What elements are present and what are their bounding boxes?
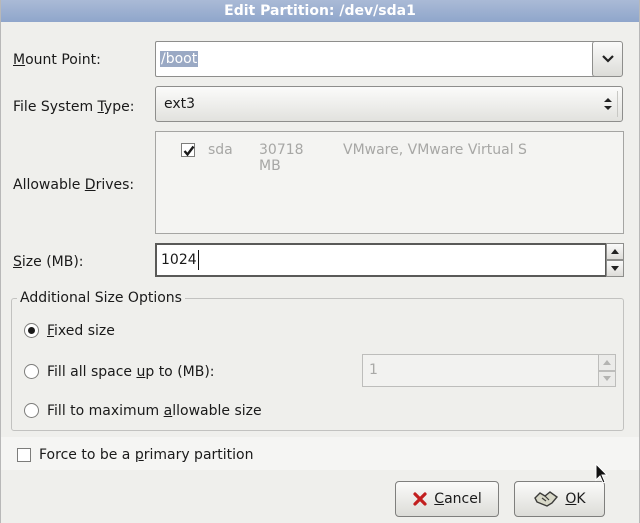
size-increment-button[interactable] — [606, 243, 624, 260]
drive-size: 30718 MB — [259, 142, 304, 174]
mount-point-dropdown-button[interactable] — [592, 41, 623, 77]
checkmark-icon — [183, 145, 195, 157]
ok-button-label: OK — [565, 491, 586, 507]
text-caret — [198, 250, 199, 270]
fill-upto-input[interactable]: 1 — [362, 354, 600, 387]
fill-upto-label[interactable]: Fill all space up to (MB): — [47, 364, 215, 380]
fill-upto-decrement-button[interactable] — [598, 370, 616, 387]
allowable-drives-list[interactable]: sda 30718 MB VMware, VMware Virtual S — [155, 131, 624, 234]
edit-partition-dialog: Edit Partition: /dev/sda1 Mount Point: /… — [0, 0, 640, 523]
fill-upto-value: 1 — [369, 362, 378, 378]
size-decrement-button[interactable] — [606, 260, 624, 277]
fixed-size-radio[interactable] — [24, 323, 39, 338]
fixed-size-label[interactable]: Fixed size — [47, 323, 115, 339]
fill-max-radio[interactable] — [24, 403, 39, 418]
mount-point-value: /boot — [160, 51, 199, 67]
size-input[interactable]: 1024 — [155, 243, 607, 277]
mouse-pointer-icon — [595, 463, 609, 484]
mount-point-input[interactable]: /boot — [155, 41, 596, 77]
drive-sda-checkbox[interactable] — [181, 143, 195, 157]
fill-max-label[interactable]: Fill to maximum allowable size — [47, 403, 262, 419]
allowable-drives-label: Allowable Drives: — [13, 177, 135, 193]
drive-model: VMware, VMware Virtual S — [343, 142, 527, 158]
ok-button[interactable]: OK — [514, 481, 605, 517]
arrow-down-icon — [611, 266, 619, 271]
handshake-icon — [534, 491, 559, 507]
size-value: 1024 — [161, 252, 197, 268]
size-label: Size (MB): — [13, 254, 84, 270]
arrow-down-icon — [603, 376, 611, 382]
fill-upto-radio[interactable] — [24, 364, 39, 379]
fill-upto-increment-button[interactable] — [598, 354, 616, 371]
mount-point-label: Mount Point: — [13, 52, 101, 68]
fs-type-label: File System Type: — [13, 99, 135, 115]
size-spin-buttons[interactable] — [606, 243, 624, 277]
primary-partition-label[interactable]: Force to be a primary partition — [39, 447, 253, 463]
fs-type-value: ext3 — [164, 96, 196, 112]
size-options-legend: Additional Size Options — [17, 290, 185, 306]
drive-name: sda — [208, 142, 233, 158]
chevron-down-icon — [601, 55, 614, 63]
cancel-button[interactable]: Cancel — [395, 481, 499, 517]
arrow-up-icon — [611, 249, 619, 254]
fill-upto-spin-buttons[interactable] — [598, 354, 616, 387]
window-title: Edit Partition: /dev/sda1 — [1, 0, 639, 22]
select-divider — [617, 91, 618, 117]
fs-type-select[interactable]: ext3 — [155, 86, 623, 122]
cancel-button-label: Cancel — [434, 491, 482, 507]
arrow-up-icon — [603, 359, 611, 365]
primary-partition-checkbox[interactable] — [17, 448, 31, 462]
updown-arrows-icon — [604, 98, 612, 110]
cancel-x-icon — [413, 492, 427, 506]
